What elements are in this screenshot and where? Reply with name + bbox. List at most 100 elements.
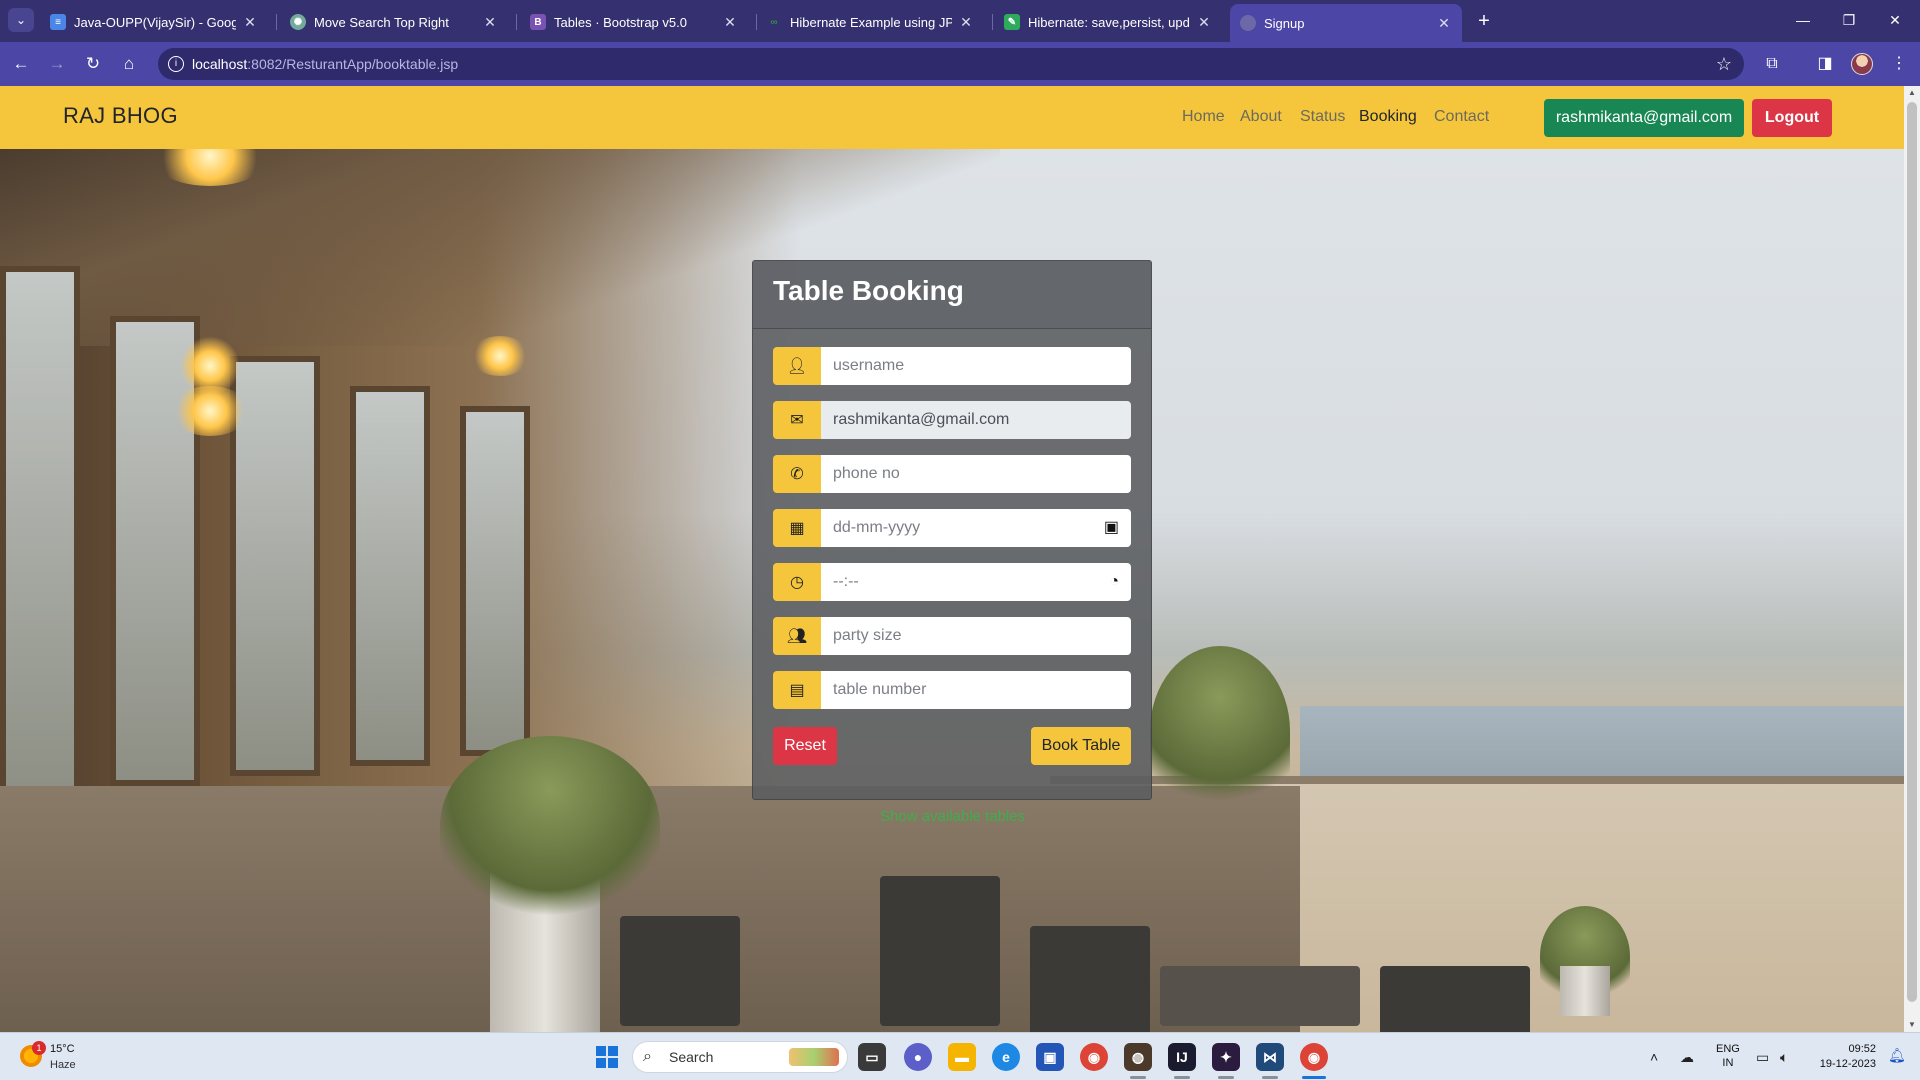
store-icon[interactable]: ▣ [1036, 1043, 1064, 1071]
language-indicator[interactable]: ENG IN [1716, 1042, 1740, 1070]
taskbar-search-label: Search [669, 1049, 714, 1065]
bootstrap-icon: B [530, 14, 546, 30]
close-icon[interactable]: ✕ [1196, 14, 1212, 31]
home-button[interactable]: ⌂ [116, 52, 142, 76]
weather-temp: 15°C [50, 1043, 75, 1055]
tab-hibernate-save[interactable]: ✎ Hibernate: save,persist, update, ✕ [994, 6, 1222, 38]
profile-avatar[interactable] [1851, 53, 1873, 75]
date-row: ▦ dd-mm-yyyy ▣ [773, 509, 1131, 547]
edge-icon[interactable]: e [992, 1043, 1020, 1071]
system-clock[interactable]: 09:52 19-12-2023 [1810, 1042, 1876, 1072]
search-highlight-icon [789, 1048, 839, 1066]
minimize-button[interactable]: — [1780, 0, 1826, 40]
file-explorer-icon[interactable]: ▬ [948, 1043, 976, 1071]
chrome-icon[interactable]: ◉ [1080, 1043, 1108, 1071]
cloud-sync-icon[interactable]: ☁ [1680, 1049, 1694, 1066]
scroll-thumb[interactable] [1907, 102, 1917, 1002]
taskbar-search[interactable]: ⌕ Search [632, 1041, 848, 1073]
email-row: ✉︎ rashmikanta@gmail.com [773, 401, 1131, 439]
reload-button[interactable]: ↻ [80, 52, 106, 76]
date-picker-icon[interactable]: ▣ [1104, 509, 1119, 547]
clock-icon: ◷ [773, 563, 821, 601]
book-table-button[interactable]: Book Table [1031, 727, 1131, 765]
time-picker-icon[interactable]: ◔ [1109, 563, 1119, 601]
forward-button[interactable]: → [44, 52, 70, 76]
user-email-button[interactable]: rashmikanta@gmail.com [1544, 99, 1744, 137]
time-input[interactable]: --:-- ◔ [821, 563, 1131, 601]
site-icon: ✎ [1004, 14, 1020, 30]
clock-time: 09:52 [1848, 1043, 1876, 1055]
globe-icon [1240, 15, 1256, 31]
card-header: Table Booking [753, 261, 1151, 329]
eclipse-icon[interactable]: ◍ [1124, 1043, 1152, 1071]
table-number-row: ▤ table number [773, 671, 1131, 709]
tab-signup[interactable]: Signup ✕ [1230, 4, 1462, 42]
address-bar[interactable]: i localhost:8082/ResturantApp/booktable.… [158, 48, 1744, 80]
reset-button[interactable]: Reset [773, 727, 837, 765]
bookmark-star-icon[interactable]: ☆ [1716, 48, 1732, 80]
nav-booking[interactable]: Booking [1359, 108, 1417, 126]
scroll-up-arrow[interactable]: ▲ [1904, 86, 1920, 100]
booking-card: Table Booking 👤︎ username ✉︎ rashmikanta… [752, 260, 1152, 800]
tab-hibernate-jpa[interactable]: ∞ Hibernate Example using JPA ar ✕ [756, 6, 984, 38]
close-icon[interactable]: ✕ [722, 14, 738, 31]
user-icon: 👤︎ [773, 347, 821, 385]
close-icon[interactable]: ✕ [482, 14, 498, 31]
username-row: 👤︎ username [773, 347, 1131, 385]
meet-icon[interactable]: ● [904, 1043, 932, 1071]
chrome-menu-icon[interactable]: ⋮ [1886, 52, 1912, 76]
page-viewport: RAJ BHOG Home About Status Booking Conta… [0, 86, 1904, 1032]
tab-bootstrap[interactable]: B Tables · Bootstrap v5.0 ✕ [520, 6, 748, 38]
weather-desc: Haze [50, 1059, 76, 1071]
nav-status[interactable]: Status [1300, 108, 1345, 126]
page-scrollbar[interactable]: ▲ ▼ [1904, 86, 1920, 1032]
nav-about[interactable]: About [1240, 108, 1282, 126]
speaker-muted-icon[interactable]: 🔈︎ [1780, 1049, 1788, 1066]
nav-contact[interactable]: Contact [1434, 108, 1489, 126]
close-icon[interactable]: ✕ [242, 14, 258, 31]
back-button[interactable]: ← [8, 52, 34, 76]
windows-start-icon[interactable] [596, 1046, 618, 1068]
chevron-up-icon[interactable]: ˄ [1650, 1049, 1658, 1065]
site-info-icon[interactable]: i [168, 56, 184, 72]
calendar-icon: ▦ [773, 509, 821, 547]
show-available-tables-link[interactable]: Show available tables [880, 808, 1025, 825]
email-input[interactable]: rashmikanta@gmail.com [821, 401, 1131, 439]
phone-row: ✆ phone no [773, 455, 1131, 493]
scroll-down-arrow[interactable]: ▼ [1904, 1018, 1920, 1032]
close-icon[interactable]: ✕ [1436, 15, 1452, 32]
close-icon[interactable]: ✕ [958, 14, 974, 31]
side-panel-icon[interactable]: ◨ [1812, 52, 1838, 76]
party-size-input[interactable]: party size [821, 617, 1131, 655]
mysql-icon[interactable]: ⋈ [1256, 1043, 1284, 1071]
search-icon: ⌕ [643, 1048, 652, 1065]
party-size-row: 👥︎ party size [773, 617, 1131, 655]
tab-search-button[interactable]: ⌄ [8, 8, 34, 32]
tab-chatgpt[interactable]: ✺ Move Search Top Right ✕ [280, 6, 508, 38]
time-row: ◷ --:-- ◔ [773, 563, 1131, 601]
tab-google-docs[interactable]: ≡ Java-OUPP(VijaySir) - Google D ✕ [40, 6, 268, 38]
date-input[interactable]: dd-mm-yyyy ▣ [821, 509, 1131, 547]
table-icon: ▤ [773, 671, 821, 709]
notification-bell-icon[interactable]: 🔔︎ [1888, 1047, 1906, 1064]
gfg-icon: ∞ [770, 16, 778, 28]
site-navbar: RAJ BHOG Home About Status Booking Conta… [0, 86, 1904, 149]
table-number-input[interactable]: table number [821, 671, 1131, 709]
chrome-profile-icon[interactable]: ◉ [1300, 1043, 1328, 1071]
brand-logo[interactable]: RAJ BHOG [63, 103, 178, 129]
new-tab-button[interactable]: + [1470, 8, 1498, 34]
logout-button[interactable]: Logout [1752, 99, 1832, 137]
browser-toolbar: ← → ↻ ⌂ i localhost:8082/ResturantApp/bo… [0, 42, 1920, 86]
nav-home[interactable]: Home [1182, 108, 1225, 126]
clock-date: 19-12-2023 [1819, 1058, 1876, 1070]
display-icon[interactable]: ▭ [1756, 1049, 1769, 1066]
close-window-button[interactable]: ✕ [1872, 0, 1918, 40]
phone-input[interactable]: phone no [821, 455, 1131, 493]
restore-button[interactable]: ❐ [1826, 0, 1872, 40]
intellij-icon[interactable]: IJ [1168, 1043, 1196, 1071]
username-input[interactable]: username [821, 347, 1131, 385]
extensions-icon[interactable]: ⧉ [1759, 52, 1785, 76]
app-icon[interactable]: ✦ [1212, 1043, 1240, 1071]
task-view-icon[interactable]: ▭ [858, 1043, 886, 1071]
google-docs-icon: ≡ [50, 14, 66, 30]
